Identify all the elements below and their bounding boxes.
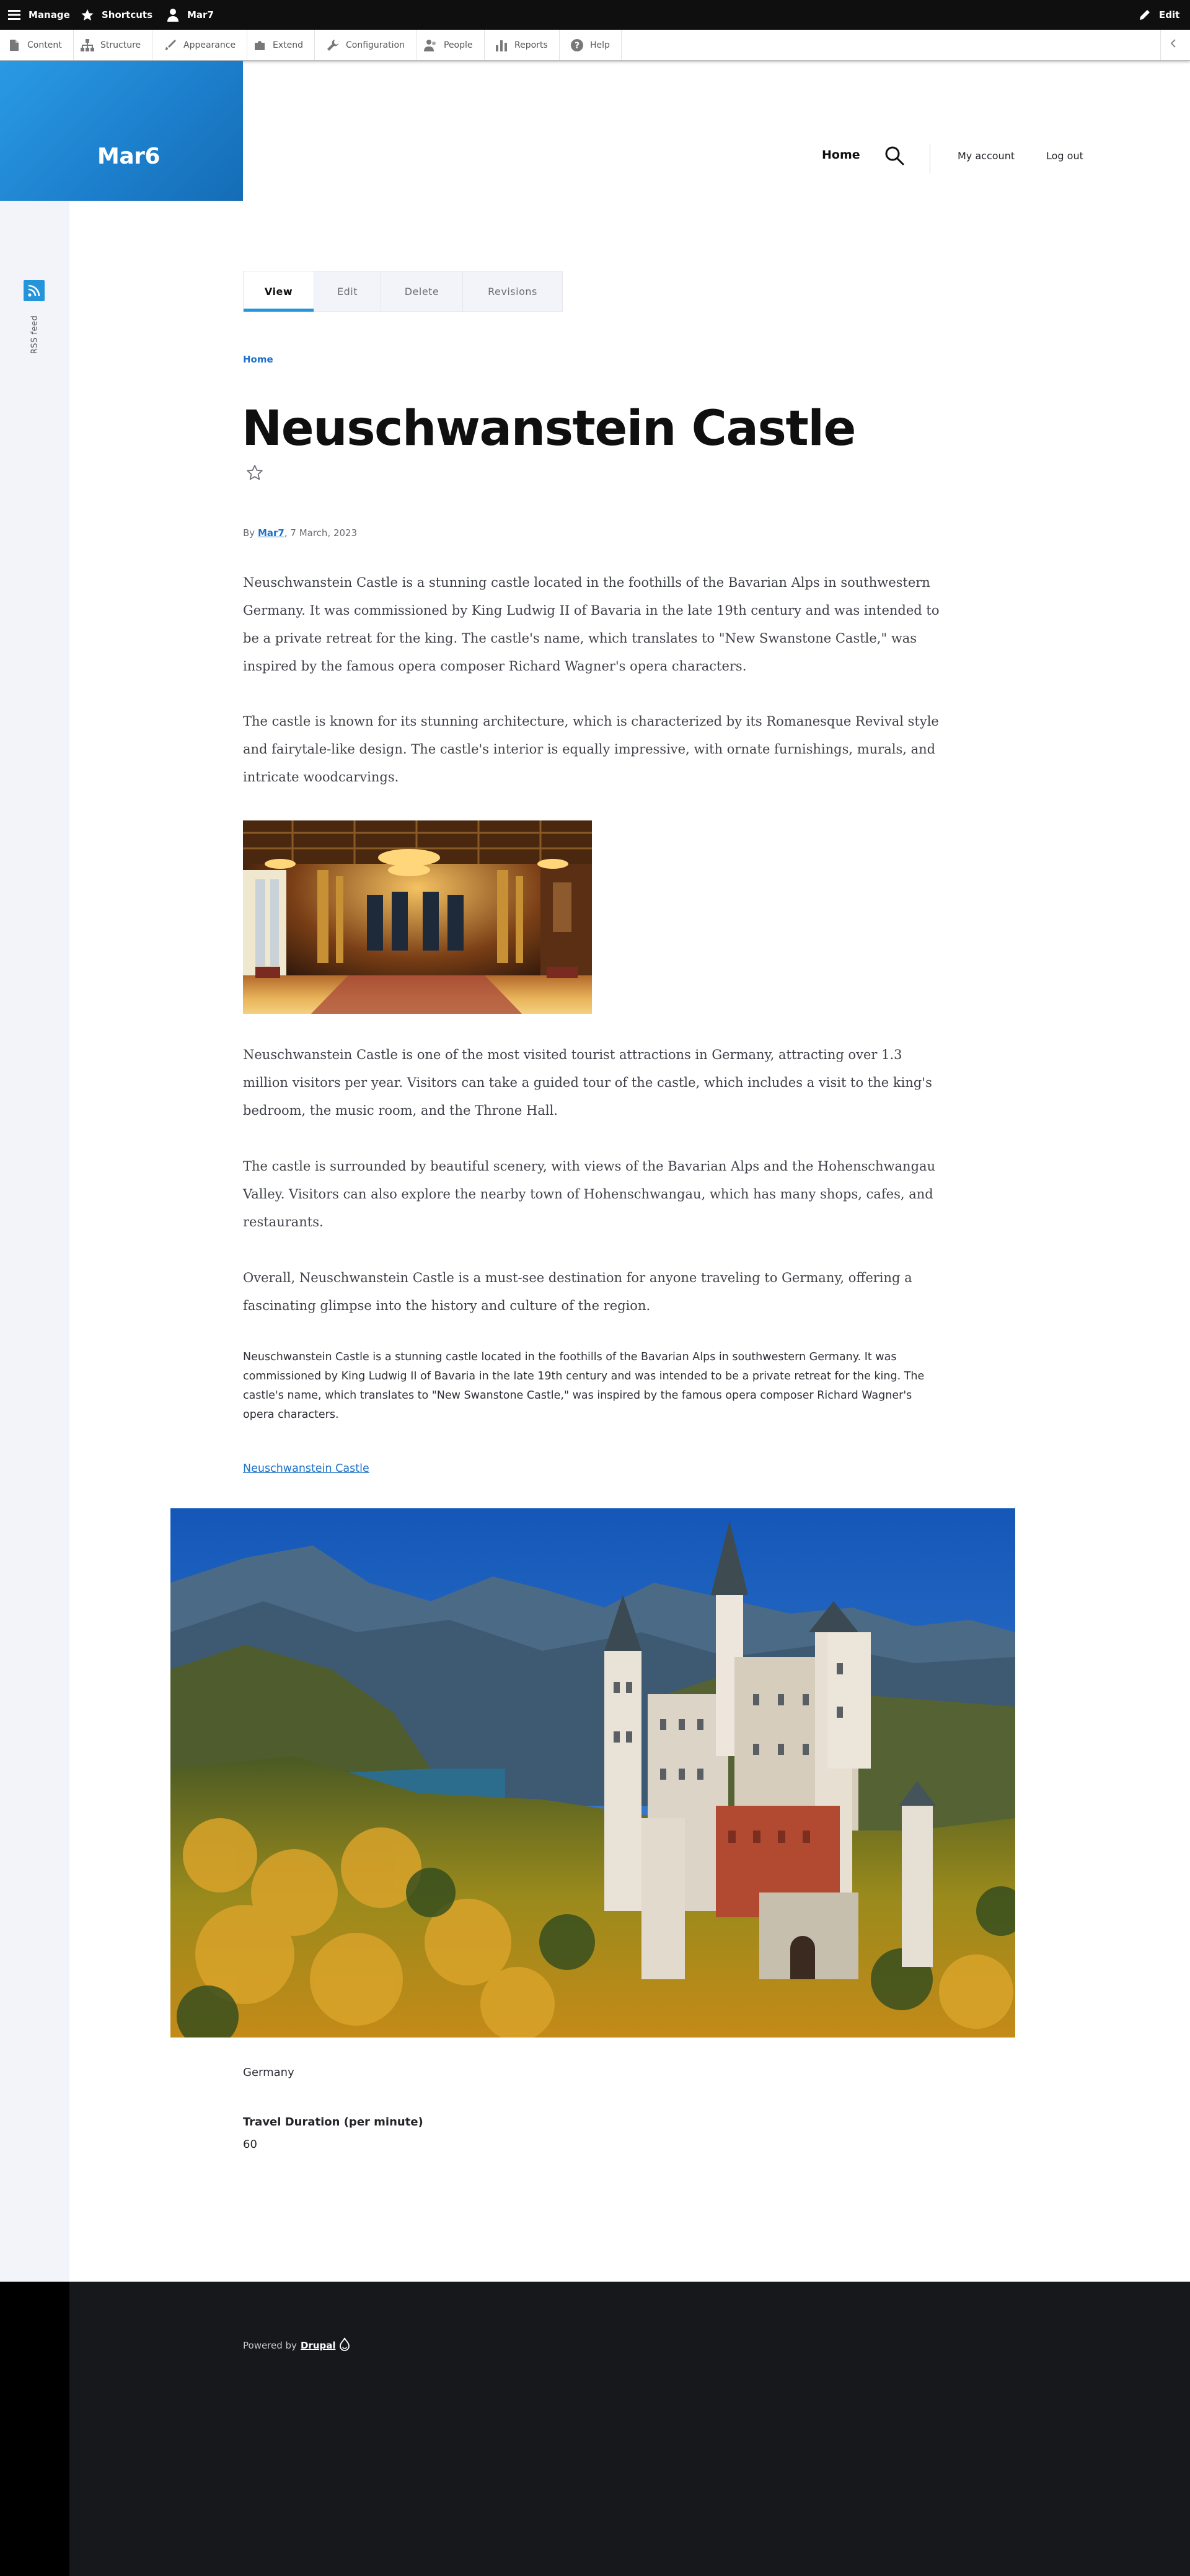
star-icon[interactable]	[245, 464, 264, 482]
tab-view[interactable]: View	[244, 271, 314, 312]
powered-by-label: Powered by	[243, 2340, 297, 2351]
shortcuts-button[interactable]: Shortcuts	[79, 0, 152, 30]
tray-label: Configuration	[346, 40, 405, 50]
search-icon[interactable]	[884, 145, 905, 166]
edit-label: Edit	[1159, 9, 1180, 20]
manage-button[interactable]: Manage	[6, 0, 70, 30]
page-title: Neuschwanstein Castle	[242, 401, 856, 457]
nav-home-link[interactable]: Home	[822, 148, 860, 162]
tray-item-structure[interactable]: Structure	[73, 30, 153, 60]
tab-revisions[interactable]: Revisions	[463, 271, 562, 311]
chevron-icon	[1170, 39, 1177, 51]
manage-label: Manage	[29, 9, 70, 20]
paintbrush-icon	[164, 38, 177, 52]
tab-delete[interactable]: Delete	[381, 271, 463, 311]
travel-duration-label: Travel Duration (per minute)	[243, 2116, 423, 2129]
castle-link[interactable]: Neuschwanstein Castle	[243, 1462, 369, 1475]
rss-feed-icon[interactable]	[24, 280, 45, 301]
tray-label: People	[444, 40, 473, 50]
tray-label: Help	[590, 40, 610, 50]
site-name[interactable]: Mar6	[97, 144, 160, 169]
admin-toolbar: Manage Shortcuts Mar7 Edit	[0, 0, 1190, 30]
tray-item-help[interactable]: ? Help	[563, 30, 622, 60]
travel-duration-value: 60	[243, 2138, 257, 2151]
byline: By Mar7, 7 March, 2023	[243, 527, 357, 538]
document-icon	[7, 38, 21, 52]
tray-label: Content	[27, 40, 62, 50]
wrench-icon	[326, 38, 340, 52]
tray-item-configuration[interactable]: Configuration	[319, 30, 416, 60]
summary-paragraph: Neuschwanstein Castle is a stunning cast…	[243, 1351, 925, 1421]
tray-item-people[interactable]: People	[416, 30, 485, 60]
tray-orientation-toggle[interactable]	[1160, 30, 1185, 60]
drupal-link[interactable]: Drupal	[301, 2340, 336, 2351]
tray-label: Reports	[514, 40, 548, 50]
tray-label: Structure	[100, 40, 141, 50]
bar-chart-icon	[495, 38, 508, 52]
rss-feed-label: RSS feed	[30, 315, 40, 354]
body-paragraph: The castle is known for its stunning arc…	[243, 714, 939, 785]
powered-by: Powered by Drupal	[243, 2337, 350, 2354]
castle-image	[170, 1508, 1015, 2038]
throne-hall-image	[243, 820, 592, 1014]
footer-gutter	[0, 2282, 69, 2576]
tray-item-content[interactable]: Content	[0, 30, 74, 60]
svg-text:?: ?	[575, 41, 580, 51]
log-out-link[interactable]: Log out	[1046, 150, 1083, 162]
site-branding[interactable]	[0, 61, 243, 201]
body-paragraph: Neuschwanstein Castle is one of the most…	[243, 1047, 932, 1118]
user-icon	[165, 7, 181, 23]
tray-label: Extend	[273, 40, 303, 50]
people-icon	[424, 38, 438, 52]
byline-prefix: By	[243, 527, 255, 538]
tray-label: Appearance	[183, 40, 236, 50]
tray-item-appearance[interactable]: Appearance	[156, 30, 248, 60]
admin-tray: Content Structure Appearance Extend Conf…	[0, 30, 1190, 61]
post-date: , 7 March, 2023	[284, 527, 358, 538]
pencil-icon	[1137, 7, 1153, 23]
edit-mode-button[interactable]: Edit	[1137, 0, 1179, 30]
shortcuts-label: Shortcuts	[102, 9, 153, 20]
user-label: Mar7	[187, 9, 214, 20]
body-paragraph: Neuschwanstein Castle is a stunning cast…	[243, 575, 940, 674]
tray-item-extend[interactable]: Extend	[245, 30, 315, 60]
local-tasks-tabs: View Edit Delete Revisions	[243, 271, 563, 312]
sitemap-icon	[81, 38, 94, 52]
puzzle-icon	[253, 38, 267, 52]
country-field: Germany	[243, 2066, 294, 2079]
rss-feed-link[interactable]: RSS feed	[24, 310, 45, 359]
body-paragraph: Overall, Neuschwanstein Castle is a must…	[243, 1270, 912, 1313]
site-footer	[0, 2282, 1190, 2576]
drupal-drop-icon	[339, 2337, 350, 2354]
tray-item-reports[interactable]: Reports	[487, 30, 560, 60]
left-sidebar	[0, 201, 69, 2282]
body-paragraph: The castle is surrounded by beautiful sc…	[243, 1159, 936, 1229]
tab-edit[interactable]: Edit	[314, 271, 381, 311]
author-link[interactable]: Mar7	[258, 527, 284, 538]
help-icon: ?	[570, 38, 584, 52]
user-button[interactable]: Mar7	[165, 0, 214, 30]
breadcrumb-home[interactable]: Home	[243, 354, 273, 365]
star-icon	[79, 7, 95, 23]
my-account-link[interactable]: My account	[958, 150, 1015, 162]
hamburger-icon	[6, 7, 22, 23]
